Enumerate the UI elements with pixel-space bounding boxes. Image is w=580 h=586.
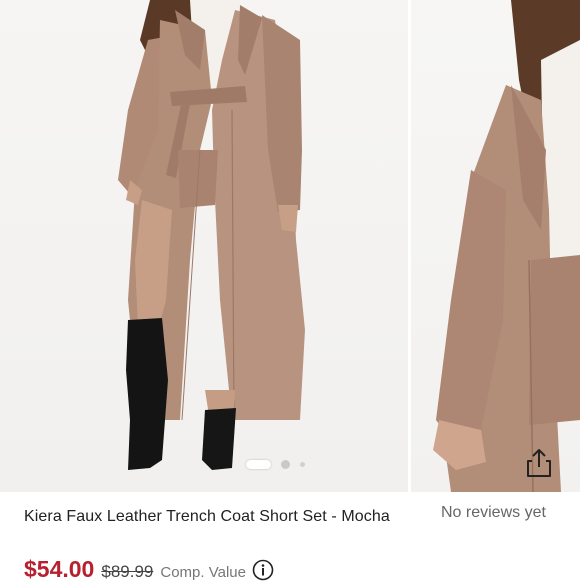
product-info: Kiera Faux Leather Trench Coat Short Set… (0, 492, 580, 583)
pagination-dot[interactable] (281, 459, 290, 469)
comp-value-label: Comp. Value (160, 564, 246, 581)
product-title: Kiera Faux Leather Trench Coat Short Set… (24, 508, 390, 525)
pagination-dot-active[interactable] (246, 459, 271, 469)
product-photo-secondary[interactable] (411, 0, 580, 492)
image-gallery[interactable] (0, 0, 580, 492)
reviews-link[interactable]: No reviews yet (441, 504, 546, 522)
info-icon[interactable] (252, 559, 274, 586)
product-photo-main[interactable] (0, 0, 408, 492)
current-price: $54.00 (24, 556, 95, 582)
original-price: $89.99 (101, 562, 154, 581)
share-icon (527, 449, 551, 477)
gallery-pagination[interactable] (246, 458, 305, 470)
pagination-dot[interactable] (300, 461, 305, 467)
price-row: $54.00 $89.99 Comp. Value (24, 555, 274, 583)
share-button[interactable] (520, 444, 558, 482)
